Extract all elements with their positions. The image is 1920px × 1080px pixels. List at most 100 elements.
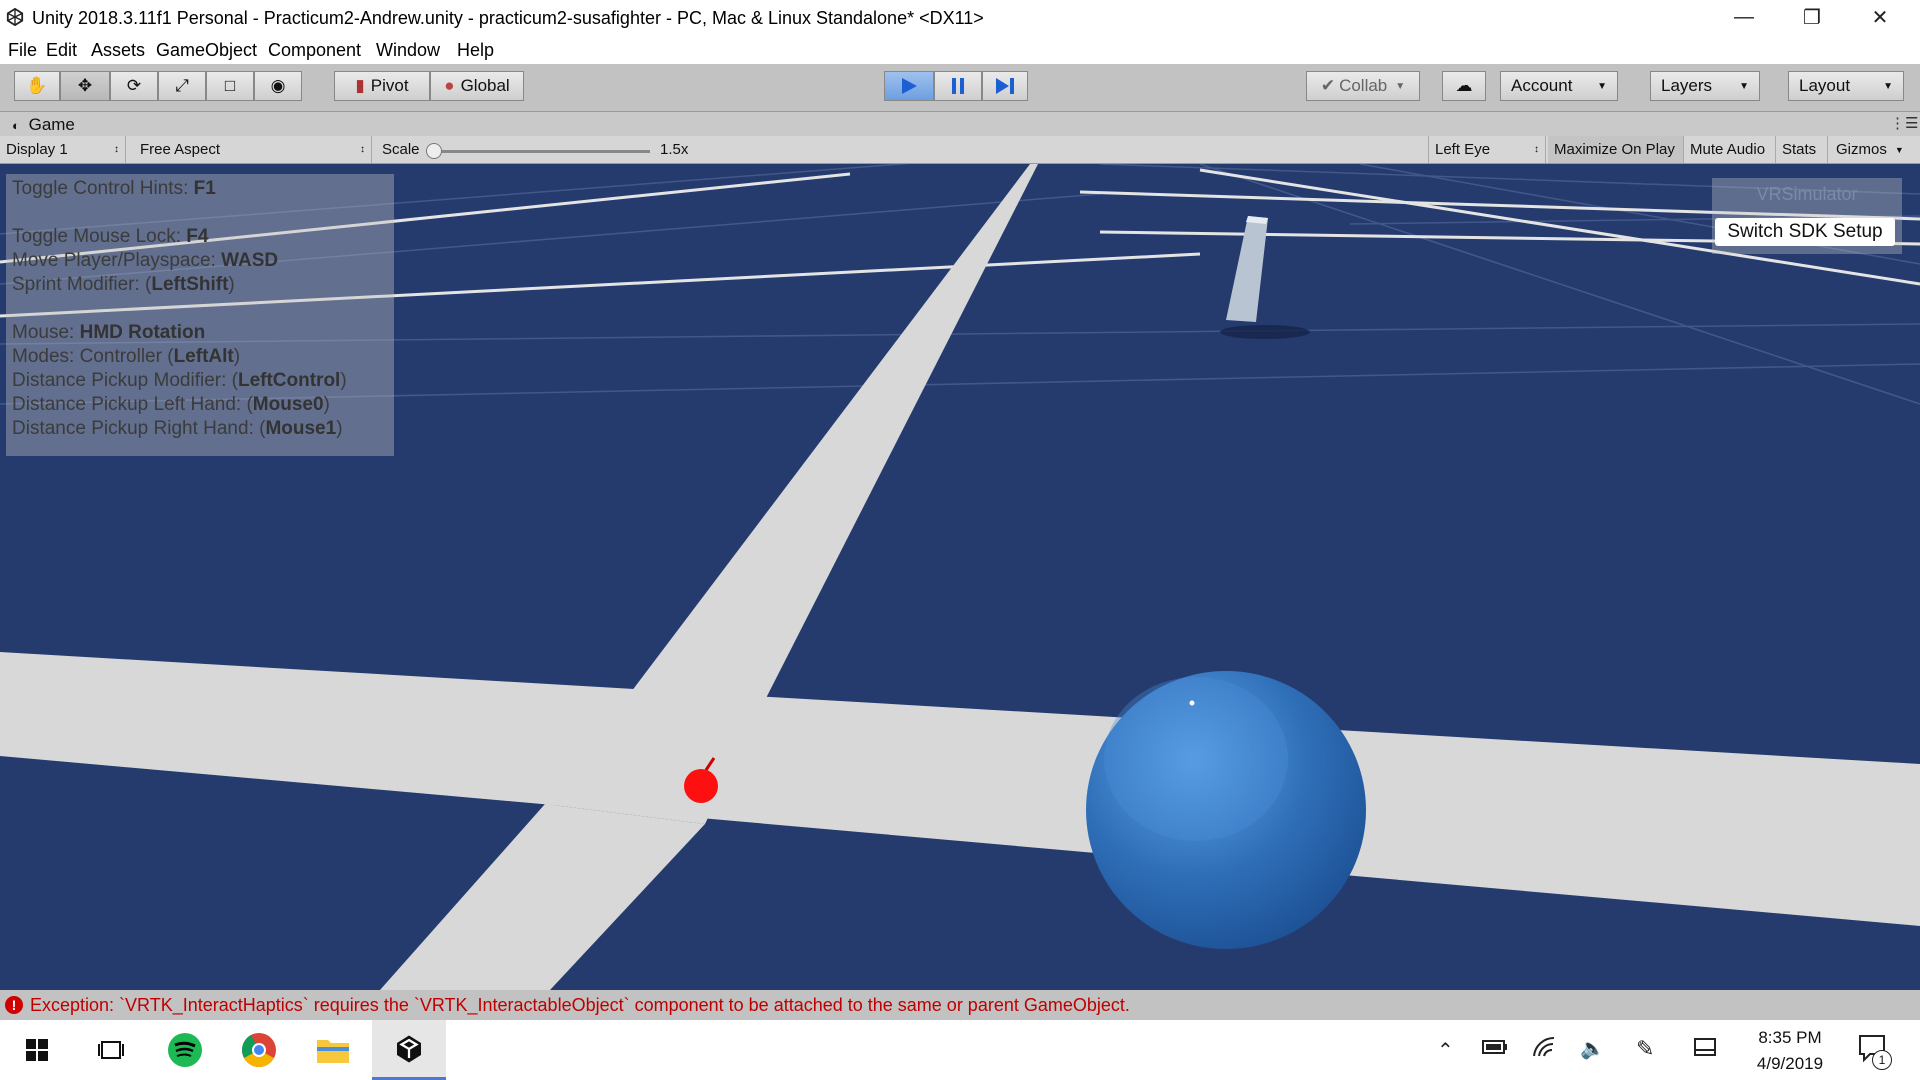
menu-gameobject[interactable]: GameObject bbox=[156, 40, 257, 61]
hand-tool-icon[interactable]: ✋ bbox=[14, 71, 60, 101]
display-select[interactable]: Display 1 ↕ bbox=[0, 136, 126, 163]
eye-select[interactable]: Left Eye ↕ bbox=[1428, 136, 1546, 163]
menu-assets[interactable]: Assets bbox=[91, 40, 145, 61]
game-tab-icon: ◐ bbox=[12, 118, 20, 133]
road-vertical-near bbox=[380, 804, 705, 990]
menu-edit[interactable]: Edit bbox=[46, 40, 77, 61]
file-explorer-icon[interactable] bbox=[296, 1020, 370, 1080]
rotate-tool-icon[interactable]: ⟳ bbox=[110, 71, 158, 101]
eye-label: Left Eye bbox=[1435, 141, 1491, 158]
red-pointer-sphere bbox=[684, 769, 718, 803]
mute-label: Mute Audio bbox=[1690, 141, 1766, 158]
pillar-shadow bbox=[1220, 325, 1310, 339]
play-button[interactable] bbox=[884, 71, 934, 101]
cloud-icon: ☁ bbox=[1455, 76, 1473, 95]
pause-icon bbox=[952, 78, 964, 94]
scale-slider-track[interactable] bbox=[428, 150, 650, 153]
tab-game[interactable]: ◐ Game bbox=[12, 115, 75, 135]
clock-time[interactable]: 8:35 PM bbox=[1752, 1028, 1828, 1048]
transform-tool-icon[interactable]: ◉ bbox=[254, 71, 302, 101]
updown-icon: ↕ bbox=[114, 144, 119, 155]
game-view-controls: Display 1 ↕ Free Aspect ↕ Scale 1.5x Lef… bbox=[0, 136, 1920, 164]
game-viewport[interactable]: Toggle Control Hints: F1 Toggle Mouse Lo… bbox=[0, 164, 1920, 990]
layers-label: Layers bbox=[1661, 76, 1713, 95]
pillar-object bbox=[1226, 216, 1268, 322]
volume-icon[interactable]: 🔈 bbox=[1580, 1036, 1605, 1061]
console-status-bar[interactable]: ! Exception: `VRTK_InteractHaptics` requ… bbox=[0, 990, 1920, 1020]
window-title: Unity 2018.3.11f1 Personal - Practicum2-… bbox=[32, 8, 984, 28]
windows-taskbar: ⌃ 🔈 ✎ 8:35 PM 4/9/2019 1 bbox=[0, 1020, 1920, 1080]
chrome-icon[interactable] bbox=[222, 1020, 296, 1080]
cloud-button[interactable]: ☁ bbox=[1442, 71, 1486, 101]
rect-tool-icon[interactable]: □ bbox=[206, 71, 254, 101]
step-icon bbox=[996, 78, 1014, 94]
pivot-toggle[interactable]: ▮ Pivot bbox=[334, 71, 430, 101]
restore-icon[interactable]: ❐ bbox=[1778, 0, 1846, 34]
game-tab-header: ◐ Game ⋮☰ bbox=[0, 112, 1920, 136]
road-vertical-far bbox=[625, 164, 1038, 706]
menu-file[interactable]: File bbox=[8, 40, 37, 61]
unity-taskbar-icon[interactable] bbox=[372, 1020, 446, 1080]
chevron-down-icon: ▼ bbox=[1395, 80, 1406, 92]
menu-window[interactable]: Window bbox=[376, 40, 440, 61]
move-tool-icon[interactable]: ✥ bbox=[60, 71, 110, 101]
chevron-down-icon: ▼ bbox=[1894, 144, 1904, 155]
step-button[interactable] bbox=[982, 71, 1028, 101]
account-label: Account bbox=[1511, 76, 1573, 95]
hint-toggle-hints: Toggle Control Hints: F1 bbox=[12, 178, 216, 199]
stats-toggle[interactable]: Stats bbox=[1776, 136, 1828, 163]
chevron-down-icon: ▼ bbox=[1597, 80, 1607, 92]
menu-component[interactable]: Component bbox=[268, 40, 361, 61]
pivot-label: Pivot bbox=[370, 76, 409, 95]
battery-icon[interactable] bbox=[1482, 1038, 1508, 1061]
global-toggle[interactable]: ● Global bbox=[430, 71, 524, 101]
windows-start-icon[interactable] bbox=[0, 1020, 74, 1080]
clock-date[interactable]: 4/9/2019 bbox=[1748, 1054, 1832, 1074]
switch-sdk-button[interactable]: Switch SDK Setup bbox=[1715, 218, 1895, 246]
scale-label: Scale bbox=[382, 141, 420, 158]
maximize-label: Maximize On Play bbox=[1554, 141, 1675, 158]
mute-audio-toggle[interactable]: Mute Audio bbox=[1684, 136, 1776, 163]
global-label: Global bbox=[460, 76, 510, 95]
error-icon: ! bbox=[5, 996, 23, 1014]
menu-bar: File Edit Assets GameObject Component Wi… bbox=[0, 34, 1920, 64]
globe-icon: ● bbox=[444, 76, 455, 95]
main-toolbar: ✋ ✥ ⟳ ⤢ □ ◉ ▮ Pivot ● Global ✔ Collab ▼ … bbox=[0, 64, 1920, 112]
layout-dropdown[interactable]: Layout ▼ bbox=[1788, 71, 1904, 101]
display-label: Display 1 bbox=[6, 141, 68, 158]
collab-dropdown[interactable]: ✔ Collab ▼ bbox=[1306, 71, 1420, 101]
gizmos-label: Gizmos bbox=[1836, 141, 1887, 158]
pause-button[interactable] bbox=[934, 71, 982, 101]
road-horizontal bbox=[0, 652, 1920, 926]
collab-label: Collab bbox=[1339, 76, 1388, 95]
close-icon[interactable]: ✕ bbox=[1846, 0, 1914, 34]
tab-menu-icon[interactable]: ⋮☰ bbox=[1890, 114, 1918, 132]
maximize-on-play-toggle[interactable]: Maximize On Play bbox=[1548, 136, 1684, 163]
aspect-select[interactable]: Free Aspect ↕ bbox=[134, 136, 372, 163]
spotify-icon[interactable] bbox=[148, 1020, 222, 1080]
hint-mouse-lock: Toggle Mouse Lock: F4 bbox=[12, 226, 209, 247]
layout-label: Layout bbox=[1799, 76, 1851, 95]
hint-move-player: Move Player/Playspace: WASD bbox=[12, 250, 279, 271]
vr-simulator-title: VRSimulator bbox=[1756, 184, 1858, 204]
minimize-icon[interactable]: — bbox=[1710, 0, 1778, 34]
hint-pickup-modifier: Distance Pickup Modifier: (LeftControl) bbox=[12, 370, 347, 391]
hint-sprint: Sprint Modifier: (LeftShift) bbox=[12, 274, 235, 295]
touch-keyboard-icon[interactable] bbox=[1694, 1038, 1716, 1061]
scale-slider-handle[interactable] bbox=[426, 143, 442, 159]
scale-tool-icon[interactable]: ⤢ bbox=[158, 71, 206, 101]
menu-help[interactable]: Help bbox=[457, 40, 494, 61]
gizmos-dropdown[interactable]: Gizmos ▼ bbox=[1830, 136, 1920, 163]
wifi-icon[interactable] bbox=[1532, 1036, 1556, 1063]
layers-dropdown[interactable]: Layers ▼ bbox=[1650, 71, 1760, 101]
updown-icon: ↕ bbox=[360, 144, 365, 155]
pen-icon[interactable]: ✎ bbox=[1636, 1036, 1654, 1062]
task-view-icon[interactable] bbox=[74, 1020, 148, 1080]
chevron-up-icon[interactable]: ⌃ bbox=[1437, 1038, 1454, 1063]
vr-simulator-panel: VRSimulator Switch SDK Setup bbox=[1712, 178, 1902, 254]
account-dropdown[interactable]: Account ▼ bbox=[1500, 71, 1618, 101]
pivot-icon: ▮ bbox=[355, 76, 365, 95]
chevron-down-icon: ▼ bbox=[1883, 80, 1893, 92]
control-hints-panel: Toggle Control Hints: F1 Toggle Mouse Lo… bbox=[6, 174, 394, 456]
unity-logo-icon bbox=[6, 8, 24, 26]
